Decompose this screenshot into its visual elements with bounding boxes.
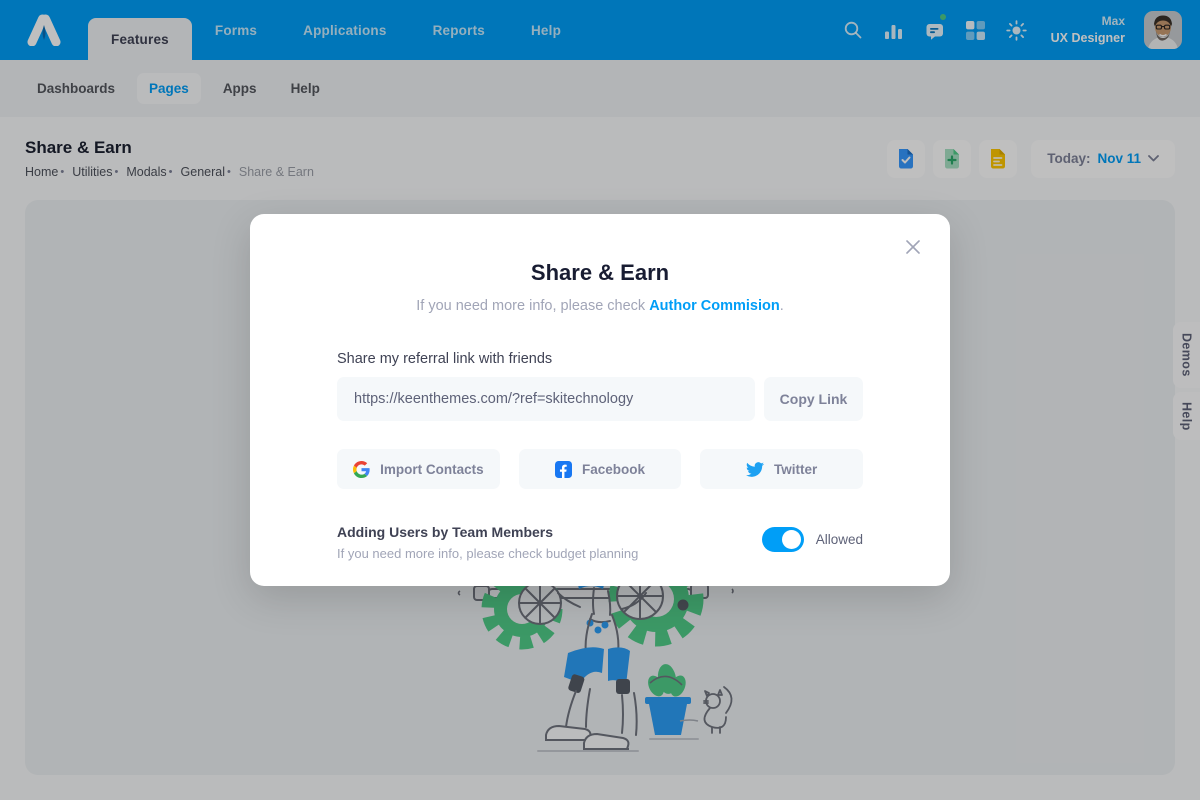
twitter-label: Twitter — [774, 462, 817, 477]
toggle-label: Allowed — [816, 532, 863, 547]
copy-link-button[interactable]: Copy Link — [764, 377, 863, 421]
referral-link-input[interactable] — [337, 377, 755, 421]
share-earn-modal: Share & Earn If you need more info, plea… — [250, 214, 950, 586]
modal-body: Share my referral link with friends Copy… — [250, 351, 950, 561]
setting-subtitle: If you need more info, please check budg… — [337, 546, 638, 561]
setting-text: Adding Users by Team Members If you need… — [337, 524, 638, 561]
social-buttons-row: Import Contacts Facebook Twitter — [337, 449, 863, 489]
author-commission-link[interactable]: Author Commision — [649, 298, 780, 314]
import-contacts-label: Import Contacts — [380, 462, 484, 477]
referral-link-label: Share my referral link with friends — [337, 351, 863, 367]
setting-title: Adding Users by Team Members — [337, 524, 638, 540]
twitter-button[interactable]: Twitter — [700, 449, 863, 489]
facebook-label: Facebook — [582, 462, 645, 477]
toggle-wrap: Allowed — [762, 527, 863, 552]
twitter-icon — [746, 462, 764, 477]
close-icon — [906, 240, 920, 254]
allowed-toggle[interactable] — [762, 527, 804, 552]
close-button[interactable] — [902, 236, 924, 258]
toggle-knob — [782, 530, 801, 549]
google-icon — [353, 461, 370, 478]
modal-subtitle-text: If you need more info, please check — [416, 298, 649, 314]
facebook-button[interactable]: Facebook — [519, 449, 682, 489]
modal-subtitle: If you need more info, please check Auth… — [250, 298, 950, 314]
modal-title: Share & Earn — [250, 260, 950, 286]
import-contacts-button[interactable]: Import Contacts — [337, 449, 500, 489]
facebook-icon — [555, 461, 572, 478]
referral-row: Copy Link — [337, 377, 863, 421]
team-members-setting: Adding Users by Team Members If you need… — [337, 524, 863, 561]
modal-subtitle-period: . — [780, 298, 784, 314]
